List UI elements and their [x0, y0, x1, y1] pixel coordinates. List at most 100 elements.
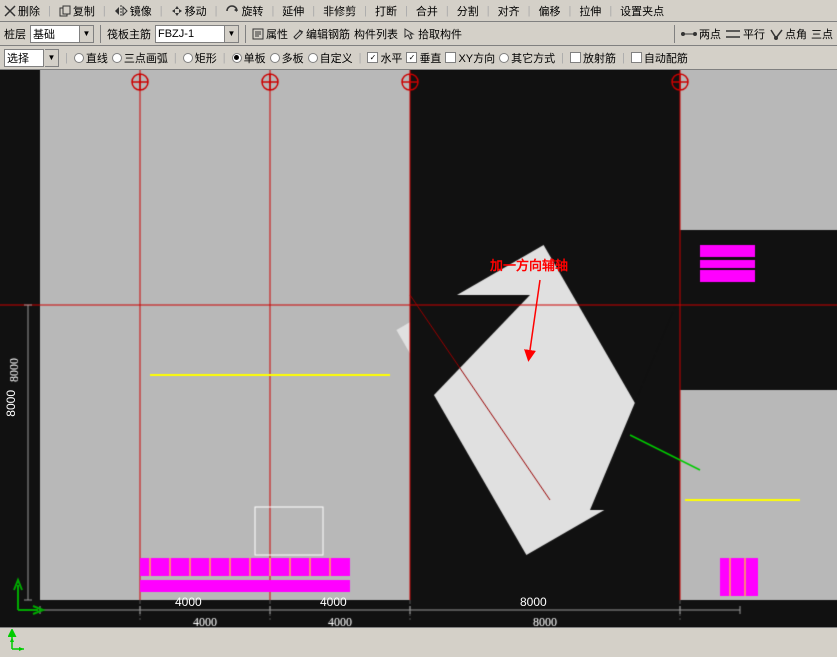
mirror-icon	[114, 5, 128, 17]
rect-radio[interactable]: 矩形	[183, 50, 217, 66]
edit-icon	[292, 28, 304, 40]
radial-checkbox	[570, 52, 581, 63]
element-value: FBZJ-1	[158, 28, 194, 40]
auto-layout-checkbox	[631, 52, 642, 63]
mode-dropdown[interactable]: 选择	[4, 49, 44, 67]
merge-button[interactable]: 合并	[416, 3, 438, 19]
two-point-button[interactable]: 两点	[681, 26, 721, 42]
move-icon	[171, 5, 183, 17]
align-button[interactable]: 对齐	[498, 3, 520, 19]
dim-left-side: 8000	[4, 390, 18, 417]
three-point-button[interactable]: 三点	[811, 26, 833, 42]
non-trim-label: 非修剪	[323, 3, 356, 19]
rotate-label: 旋转	[241, 3, 263, 19]
offset-label: 偏移	[538, 3, 560, 19]
copy-icon	[59, 5, 71, 17]
two-point-icon	[681, 28, 697, 40]
vertical-checkbox: ✓	[406, 52, 417, 63]
break-button[interactable]: 打断	[375, 3, 397, 19]
non-trim-button[interactable]: 非修剪	[323, 3, 356, 19]
custom-radio-circle	[308, 53, 318, 63]
property-icon	[252, 28, 264, 40]
layer-dropdown-arrow[interactable]: ▼	[80, 25, 94, 43]
layer-label: 桩层	[4, 26, 26, 42]
toolbar-top: 删除 | 复制 | 镜像 | 移动 | 旋转 |	[0, 0, 837, 22]
vertical-check[interactable]: ✓ 垂直	[406, 50, 441, 66]
canvas-element[interactable]	[0, 70, 837, 627]
delete-icon	[4, 5, 16, 17]
point-angle-button[interactable]: 点角	[769, 26, 807, 42]
delete-button[interactable]: 删除	[4, 3, 40, 19]
arc-radio-circle	[112, 53, 122, 63]
edit-rebar-button[interactable]: 编辑钢筋	[292, 26, 350, 42]
layer-dropdown[interactable]: 基础	[30, 25, 80, 43]
multi-board-radio-circle	[270, 53, 280, 63]
setpoint-button[interactable]: 设置夹点	[620, 3, 664, 19]
xy-direction-check[interactable]: XY方向	[445, 50, 495, 66]
rotate-button[interactable]: 旋转	[225, 3, 263, 19]
delete-label: 删除	[18, 3, 40, 19]
dim-bottom-middle: 4000	[320, 595, 347, 609]
arc-label: 三点画弧	[124, 50, 168, 66]
multi-board-label: 多板	[282, 50, 304, 66]
xy-checkbox	[445, 52, 456, 63]
other-label: 其它方式	[511, 50, 555, 66]
arc-radio[interactable]: 三点画弧	[112, 50, 168, 66]
straight-line-radio-circle	[74, 53, 84, 63]
other-radio[interactable]: 其它方式	[499, 50, 555, 66]
straight-line-radio[interactable]: 直线	[74, 50, 108, 66]
mode-dropdown-arrow[interactable]: ▼	[45, 49, 59, 67]
toolbar-second: 桩层 基础 ▼ 筏板主筋 FBZJ-1 ▼ 属性 编辑钢筋 构件列表	[0, 22, 837, 46]
dim-bottom-left: 4000	[175, 595, 202, 609]
auto-layout-check[interactable]: 自动配筋	[631, 50, 688, 66]
split-button[interactable]: 分割	[457, 3, 479, 19]
dim-bottom-right: 8000	[520, 595, 547, 609]
custom-label: 自定义	[320, 50, 353, 66]
split-label: 分割	[457, 3, 479, 19]
move-button[interactable]: 移动	[171, 3, 207, 19]
status-bar	[0, 627, 837, 657]
axis-indicator	[8, 629, 32, 653]
rect-radio-circle	[183, 53, 193, 63]
move-label: 移动	[185, 3, 207, 19]
drawing-canvas[interactable]: 加一方向辅轴 4000 4000 8000 8000	[0, 70, 837, 627]
rotate-icon	[225, 5, 239, 17]
mirror-button[interactable]: 镜像	[114, 3, 152, 19]
copy-label: 复制	[73, 3, 95, 19]
pick-icon	[402, 28, 416, 40]
copy-button[interactable]: 复制	[59, 3, 95, 19]
stretch-button[interactable]: 拉伸	[579, 3, 601, 19]
pick-component-button[interactable]: 拾取构件	[402, 26, 462, 42]
offset-button[interactable]: 偏移	[538, 3, 560, 19]
point-angle-icon	[769, 28, 783, 40]
rect-label: 矩形	[195, 50, 217, 66]
toolbar-third: 选择 ▼ | 直线 三点画弧 | 矩形 | 单板 多板 自定义 | ✓ 水平 ✓…	[0, 46, 837, 70]
radial-label: 放射筋	[583, 50, 616, 66]
mirror-label: 镜像	[130, 3, 152, 19]
element-dropdown[interactable]: FBZJ-1	[155, 25, 225, 43]
parallel-icon	[725, 28, 741, 40]
sep1	[100, 25, 101, 43]
extend-button[interactable]: 延伸	[282, 3, 304, 19]
stretch-label: 拉伸	[579, 3, 601, 19]
multi-board-radio[interactable]: 多板	[270, 50, 304, 66]
property-button[interactable]: 属性	[252, 26, 288, 42]
custom-radio[interactable]: 自定义	[308, 50, 353, 66]
single-board-radio[interactable]: 单板	[232, 50, 266, 66]
extend-label: 延伸	[282, 3, 304, 19]
element-dropdown-arrow[interactable]: ▼	[225, 25, 239, 43]
sep2	[245, 25, 246, 43]
setpoint-label: 设置夹点	[620, 3, 664, 19]
sep3	[674, 25, 675, 43]
layer-value: 基础	[33, 26, 55, 42]
single-board-radio-circle	[232, 53, 242, 63]
auto-layout-label: 自动配筋	[644, 50, 688, 66]
radial-check[interactable]: 放射筋	[570, 50, 616, 66]
merge-label: 合并	[416, 3, 438, 19]
break-label: 打断	[375, 3, 397, 19]
component-list-button[interactable]: 构件列表	[354, 26, 398, 42]
other-radio-circle	[499, 53, 509, 63]
axis-arrows-icon	[8, 629, 32, 653]
parallel-button[interactable]: 平行	[725, 26, 765, 42]
horizontal-check[interactable]: ✓ 水平	[367, 50, 402, 66]
